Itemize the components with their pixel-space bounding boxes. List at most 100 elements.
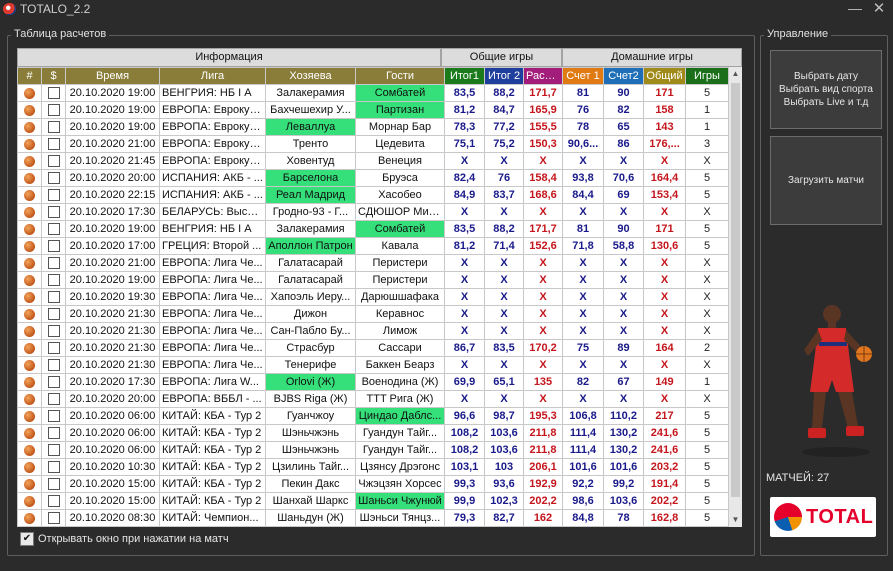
close-button[interactable]: ✕ bbox=[870, 0, 888, 18]
row-checkbox[interactable] bbox=[47, 359, 60, 372]
table-row[interactable]: 20.10.2020 21:00 ЕВРОПА: Еврокуб... Тренто… bbox=[17, 135, 728, 153]
cell-bet[interactable] bbox=[41, 492, 66, 510]
cell-bet[interactable] bbox=[41, 441, 66, 459]
row-checkbox[interactable] bbox=[47, 325, 60, 338]
cell-bet[interactable] bbox=[41, 475, 66, 493]
table-row[interactable]: 20.10.2020 21:00 ЕВРОПА: Лига Че... Галата… bbox=[17, 254, 728, 272]
cell-bet[interactable] bbox=[41, 101, 66, 119]
table-row[interactable]: 20.10.2020 21:30 ЕВРОПА: Лига Че... Тенери… bbox=[17, 356, 728, 374]
cell-bet[interactable] bbox=[41, 509, 66, 527]
row-checkbox[interactable] bbox=[47, 138, 60, 151]
col-total-header[interactable]: Общий bbox=[643, 67, 686, 85]
col-away-header[interactable]: Гости bbox=[355, 67, 445, 85]
table-row[interactable]: 20.10.2020 17:30 БЕЛАРУСЬ: Высш... Гродно-… bbox=[17, 203, 728, 221]
row-checkbox[interactable] bbox=[47, 87, 60, 100]
cell-bet[interactable] bbox=[41, 373, 66, 391]
col-score1-header[interactable]: Счет 1 bbox=[562, 67, 604, 85]
row-checkbox[interactable] bbox=[47, 342, 60, 355]
table-row[interactable]: 20.10.2020 21:45 ЕВРОПА: Еврокуб... Ховент… bbox=[17, 152, 728, 170]
row-checkbox[interactable] bbox=[47, 274, 60, 287]
cell-bet[interactable] bbox=[41, 203, 66, 221]
open-window-checkbox[interactable]: ✔ Открывать окно при нажатии на матч bbox=[20, 532, 229, 546]
table-row[interactable]: 20.10.2020 19:00 ЕВРОПА: Еврокуб... Бахчеш… bbox=[17, 101, 728, 119]
cell-bet[interactable] bbox=[41, 390, 66, 408]
cell-bet[interactable] bbox=[41, 424, 66, 442]
cell-bet[interactable] bbox=[41, 84, 66, 102]
row-checkbox[interactable] bbox=[47, 495, 60, 508]
row-checkbox[interactable] bbox=[47, 410, 60, 423]
row-checkbox[interactable] bbox=[47, 155, 60, 168]
table-row[interactable]: 20.10.2020 20:00 ЕВРОПА: ВББЛ - ... BJBS R… bbox=[17, 390, 728, 408]
table-row[interactable]: 20.10.2020 19:00 ЕВРОПА: Еврокуб... Левалл… bbox=[17, 118, 728, 136]
cell-bet[interactable] bbox=[41, 152, 66, 170]
col-league-header[interactable]: Лига bbox=[159, 67, 266, 85]
row-checkbox[interactable] bbox=[47, 461, 60, 474]
row-checkbox[interactable] bbox=[47, 172, 60, 185]
cell-bet[interactable] bbox=[41, 407, 66, 425]
table-row[interactable]: 20.10.2020 19:00 ЕВРОПА: Лига Че... Галата… bbox=[17, 271, 728, 289]
cell-bet[interactable] bbox=[41, 237, 66, 255]
cell-bet[interactable] bbox=[41, 458, 66, 476]
row-checkbox[interactable] bbox=[47, 478, 60, 491]
cell-bet[interactable] bbox=[41, 339, 66, 357]
table-row[interactable]: 20.10.2020 06:00 КИТАЙ: КБА - Тур 2 Гуанчж… bbox=[17, 407, 728, 425]
vertical-scrollbar[interactable]: ▲ ▼ bbox=[728, 67, 742, 527]
table-row[interactable]: 20.10.2020 21:30 ЕВРОПА: Лига Че... Сан-Па… bbox=[17, 322, 728, 340]
table-row[interactable]: 20.10.2020 21:30 ЕВРОПА: Лига Че... Страсб… bbox=[17, 339, 728, 357]
cell-bet[interactable] bbox=[41, 254, 66, 272]
row-checkbox[interactable] bbox=[47, 121, 60, 134]
minimize-button[interactable]: — bbox=[846, 0, 864, 18]
row-checkbox[interactable] bbox=[47, 189, 60, 202]
row-checkbox[interactable] bbox=[47, 104, 60, 117]
scroll-down-arrow[interactable]: ▼ bbox=[729, 513, 742, 527]
table-row[interactable]: 20.10.2020 20:00 ИСПАНИЯ: АКБ - ... Барсел… bbox=[17, 169, 728, 187]
row-checkbox[interactable] bbox=[47, 257, 60, 270]
row-checkbox[interactable] bbox=[47, 240, 60, 253]
cell-bet[interactable] bbox=[41, 271, 66, 289]
col-index-header[interactable]: # bbox=[17, 67, 42, 85]
load-matches-button[interactable]: Загрузить матчи bbox=[770, 136, 882, 225]
cell-bet[interactable] bbox=[41, 220, 66, 238]
table-row[interactable]: 20.10.2020 21:30 ЕВРОПА: Лига Че... Дижон К… bbox=[17, 305, 728, 323]
table-row[interactable]: 20.10.2020 15:00 КИТАЙ: КБА - Тур 2 Пекин … bbox=[17, 475, 728, 493]
col-games-header[interactable]: Игры bbox=[685, 67, 728, 85]
col-score2-header[interactable]: Счет2 bbox=[603, 67, 644, 85]
cell-bet[interactable] bbox=[41, 305, 66, 323]
cell-bet[interactable] bbox=[41, 169, 66, 187]
table-row[interactable]: 20.10.2020 19:00 ВЕНГРИЯ: НБ I А Залакерам… bbox=[17, 220, 728, 238]
cell-bet[interactable] bbox=[41, 186, 66, 204]
row-checkbox[interactable] bbox=[47, 223, 60, 236]
col-itog1-header[interactable]: Итог1 bbox=[444, 67, 485, 85]
col-calc-header[interactable]: Расчет bbox=[523, 67, 563, 85]
row-checkbox[interactable] bbox=[47, 512, 60, 525]
row-checkbox[interactable] bbox=[47, 376, 60, 389]
scroll-thumb[interactable] bbox=[731, 83, 740, 497]
row-checkbox[interactable] bbox=[47, 393, 60, 406]
cell-bet[interactable] bbox=[41, 118, 66, 136]
table-row[interactable]: 20.10.2020 08:30 КИТАЙ: Чемпион... Шаньдун… bbox=[17, 509, 728, 527]
table-row[interactable]: 20.10.2020 22:15 ИСПАНИЯ: АКБ - ... Реал М… bbox=[17, 186, 728, 204]
row-checkbox[interactable] bbox=[47, 444, 60, 457]
table-row[interactable]: 20.10.2020 19:30 ЕВРОПА: Лига Че... Хапоэл… bbox=[17, 288, 728, 306]
row-checkbox[interactable] bbox=[47, 308, 60, 321]
select-options-button[interactable]: Выбрать дату Выбрать вид спорта Выбрать … bbox=[770, 50, 882, 129]
table-row[interactable]: 20.10.2020 10:30 КИТАЙ: КБА - Тур 2 Цзилин… bbox=[17, 458, 728, 476]
cell-bet[interactable] bbox=[41, 135, 66, 153]
col-time-header[interactable]: Время bbox=[65, 67, 160, 85]
table-row[interactable]: 20.10.2020 06:00 КИТАЙ: КБА - Тур 2 Шэньчж… bbox=[17, 424, 728, 442]
scroll-up-arrow[interactable]: ▲ bbox=[729, 67, 742, 81]
checkbox-mark[interactable]: ✔ bbox=[20, 532, 34, 546]
table-row[interactable]: 20.10.2020 17:30 ЕВРОПА: Лига W... Orlovi … bbox=[17, 373, 728, 391]
row-checkbox[interactable] bbox=[47, 427, 60, 440]
col-itog2-header[interactable]: Итог 2 bbox=[484, 67, 524, 85]
cell-bet[interactable] bbox=[41, 356, 66, 374]
cell-bet[interactable] bbox=[41, 288, 66, 306]
cell-bet[interactable] bbox=[41, 322, 66, 340]
col-bet-header[interactable]: $ bbox=[41, 67, 66, 85]
row-checkbox[interactable] bbox=[47, 291, 60, 304]
table-row[interactable]: 20.10.2020 15:00 КИТАЙ: КБА - Тур 2 Шанхай… bbox=[17, 492, 728, 510]
table-row[interactable]: 20.10.2020 17:00 ГРЕЦИЯ: Второй ... Аполло… bbox=[17, 237, 728, 255]
row-checkbox[interactable] bbox=[47, 206, 60, 219]
col-home-header[interactable]: Хозяева bbox=[265, 67, 356, 85]
table-row[interactable]: 20.10.2020 19:00 ВЕНГРИЯ: НБ I А Залакерам… bbox=[17, 84, 728, 102]
